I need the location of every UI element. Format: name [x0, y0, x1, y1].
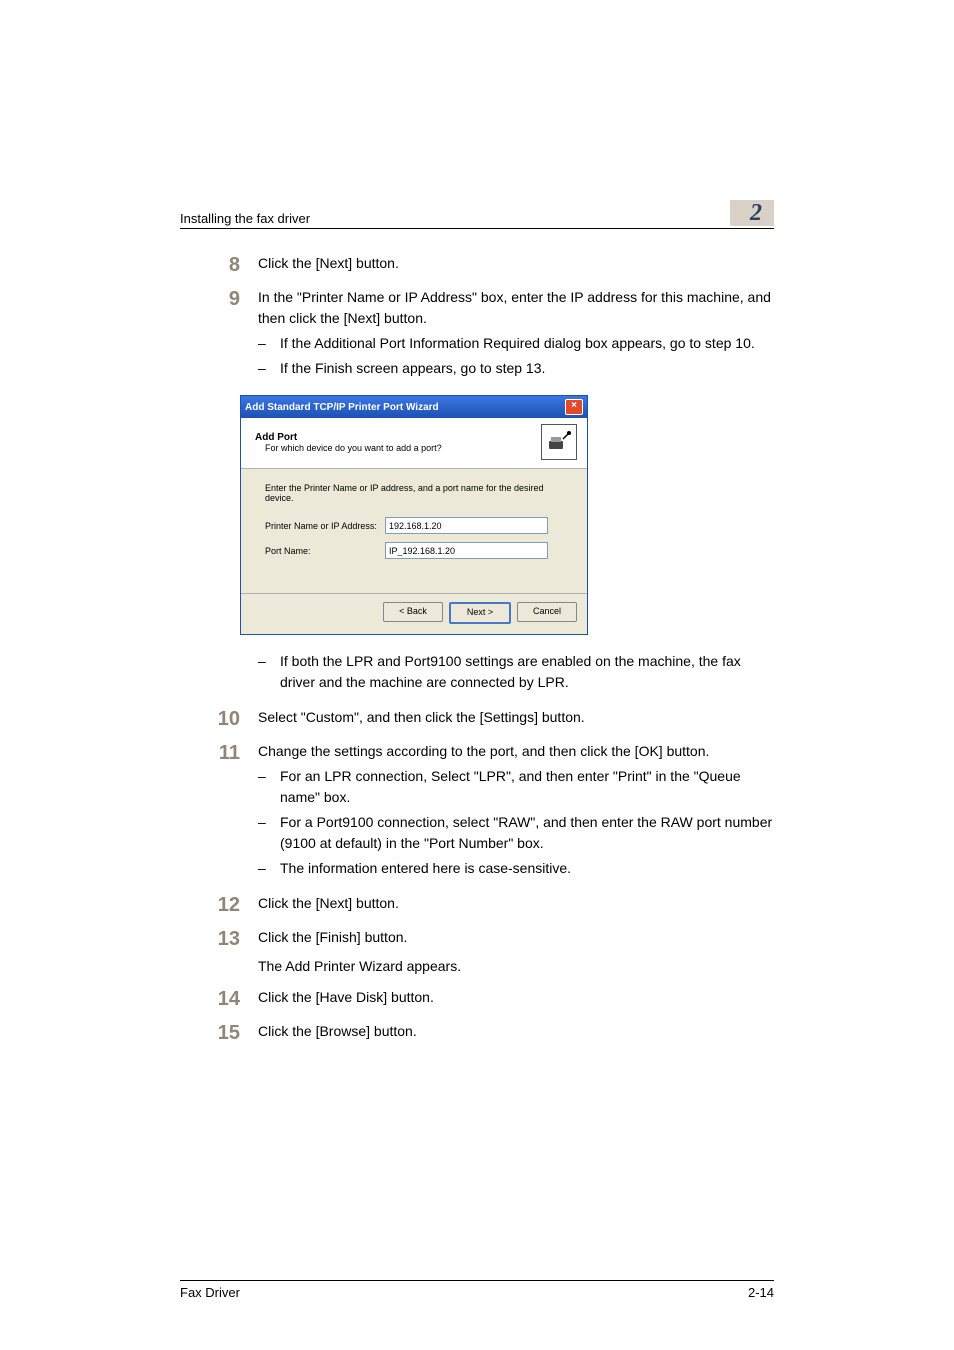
- step-number: 15: [180, 1021, 258, 1045]
- step-body: Change the settings according to the por…: [258, 741, 774, 883]
- field-row-address: Printer Name or IP Address:: [265, 517, 563, 534]
- step-11: 11 Change the settings according to the …: [180, 741, 774, 883]
- dialog-subheading: For which device do you want to add a po…: [265, 443, 442, 453]
- step-number: 9: [180, 287, 258, 383]
- step-subitem: If the Finish screen appears, go to step…: [258, 358, 774, 379]
- step-9: 9 In the "Printer Name or IP Address" bo…: [180, 287, 774, 383]
- step-text: Click the [Have Disk] button.: [258, 987, 774, 1011]
- step-13: 13 Click the [Finish] button. The Add Pr…: [180, 927, 774, 977]
- next-button[interactable]: Next >: [449, 602, 511, 624]
- address-input[interactable]: [385, 517, 548, 534]
- step-number: 12: [180, 893, 258, 917]
- step-body: In the "Printer Name or IP Address" box,…: [258, 287, 774, 383]
- address-label: Printer Name or IP Address:: [265, 521, 385, 531]
- field-row-portname: Port Name:: [265, 542, 563, 559]
- step-10: 10 Select "Custom", and then click the […: [180, 707, 774, 731]
- page-header: Installing the fax driver 2: [180, 200, 774, 229]
- step-subitem: For an LPR connection, Select "LPR", and…: [258, 766, 774, 808]
- step-text: Click the [Next] button.: [258, 893, 774, 917]
- step-9-after: If both the LPR and Port9100 settings ar…: [180, 647, 774, 697]
- dialog-heading: Add Port: [255, 432, 442, 443]
- printer-network-icon: [541, 424, 577, 460]
- step-15: 15 Click the [Browse] button.: [180, 1021, 774, 1045]
- step-subitem: The information entered here is case-sen…: [258, 858, 774, 879]
- step-aftertext: The Add Printer Wizard appears.: [258, 956, 774, 977]
- step-subitem: For a Port9100 connection, select "RAW",…: [258, 812, 774, 854]
- step-text: Click the [Next] button.: [258, 253, 774, 277]
- step-number: 10: [180, 707, 258, 731]
- step-body: Click the [Finish] button. The Add Print…: [258, 927, 774, 977]
- step-text: Change the settings according to the por…: [258, 741, 774, 762]
- header-title: Installing the fax driver: [180, 211, 310, 226]
- page-content: 8 Click the [Next] button. 9 In the "Pri…: [180, 253, 774, 1045]
- chapter-number: 2: [730, 200, 774, 226]
- dialog-body: Enter the Printer Name or IP address, an…: [241, 469, 587, 593]
- dialog-header: Add Port For which device do you want to…: [241, 418, 587, 469]
- dialog-titlebar: Add Standard TCP/IP Printer Port Wizard …: [241, 396, 587, 418]
- dialog-screenshot: Add Standard TCP/IP Printer Port Wizard …: [240, 395, 774, 635]
- step-number: 14: [180, 987, 258, 1011]
- step-number-empty: [180, 647, 258, 697]
- step-number: 8: [180, 253, 258, 277]
- step-body: If both the LPR and Port9100 settings ar…: [258, 647, 774, 697]
- step-subitem: If the Additional Port Information Requi…: [258, 333, 774, 354]
- step-number: 11: [180, 741, 258, 883]
- dialog-title: Add Standard TCP/IP Printer Port Wizard: [245, 402, 439, 413]
- cancel-button[interactable]: Cancel: [517, 602, 577, 622]
- step-text: Select "Custom", and then click the [Set…: [258, 707, 774, 731]
- step-text: In the "Printer Name or IP Address" box,…: [258, 287, 774, 329]
- footer-left: Fax Driver: [180, 1285, 240, 1300]
- step-text: Click the [Finish] button.: [258, 927, 774, 948]
- step-14: 14 Click the [Have Disk] button.: [180, 987, 774, 1011]
- step-subitem: If both the LPR and Port9100 settings ar…: [258, 651, 774, 693]
- dialog-header-text: Add Port For which device do you want to…: [255, 432, 442, 453]
- page-footer: Fax Driver 2-14: [180, 1280, 774, 1300]
- back-button[interactable]: < Back: [383, 602, 443, 622]
- dialog-instruction: Enter the Printer Name or IP address, an…: [265, 483, 563, 503]
- close-button[interactable]: ×: [565, 399, 583, 415]
- dialog-footer: < Back Next > Cancel: [241, 593, 587, 634]
- step-text: Click the [Browse] button.: [258, 1021, 774, 1045]
- step-12: 12 Click the [Next] button.: [180, 893, 774, 917]
- footer-right: 2-14: [748, 1285, 774, 1300]
- step-8: 8 Click the [Next] button.: [180, 253, 774, 277]
- wizard-dialog: Add Standard TCP/IP Printer Port Wizard …: [240, 395, 588, 635]
- portname-label: Port Name:: [265, 546, 385, 556]
- portname-input[interactable]: [385, 542, 548, 559]
- step-number: 13: [180, 927, 258, 977]
- document-page: Installing the fax driver 2 8 Click the …: [0, 0, 954, 1350]
